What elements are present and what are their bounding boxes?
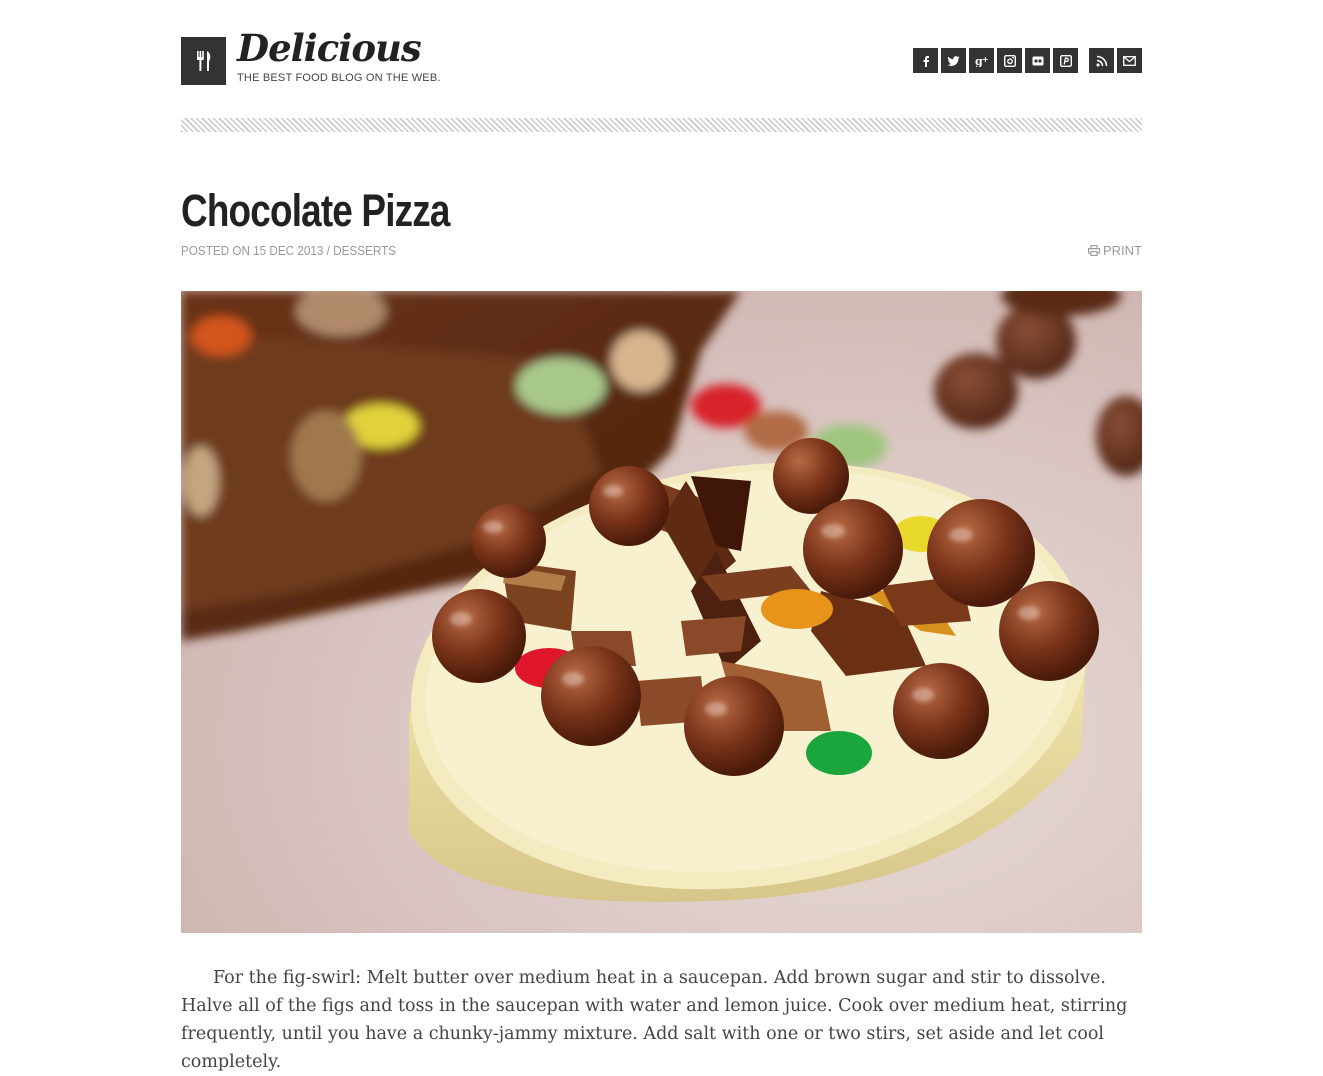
post-meta: POSTED ON 15 DEC 2013 / DESSERTS [181,244,396,257]
header-divider [181,118,1142,132]
google-plus-icon[interactable]: g + [969,48,994,73]
email-icon[interactable] [1117,48,1142,73]
flickr-icon[interactable] [1025,48,1050,73]
pinterest-icon[interactable] [1053,48,1078,73]
printer-icon [1088,245,1100,256]
post-featured-image [181,291,1142,933]
logo-mark[interactable] [181,37,226,85]
site-title[interactable]: Delicious [237,30,422,67]
instagram-icon[interactable] [997,48,1022,73]
facebook-icon[interactable] [913,48,938,73]
category-link[interactable]: DESSERTS [333,243,396,258]
social-links: g + [910,48,1142,73]
chocolate-pizza-photo [181,291,1142,902]
print-button[interactable]: PRINT [1088,244,1142,257]
site-tagline: THE BEST FOOD BLOG ON THE WEB. [237,72,441,84]
page-container: Delicious THE BEST FOOD BLOG ON THE WEB.… [181,0,1142,1072]
fork-knife-icon [196,51,210,71]
post-body-paragraph: For the fig-swirl: Melt butter over medi… [181,968,1128,1072]
post-date: POSTED ON 15 DEC 2013 / [181,243,334,258]
print-label: PRINT [1103,243,1142,258]
rss-icon[interactable] [1089,48,1114,73]
svg-text:+: + [982,55,989,64]
post-title: Chocolate Pizza [181,185,450,236]
twitter-icon[interactable] [941,48,966,73]
